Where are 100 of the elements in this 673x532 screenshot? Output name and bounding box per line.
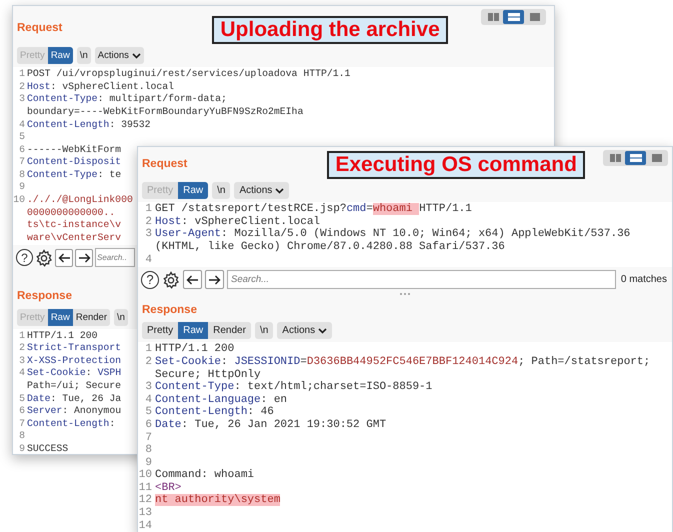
line-number: 4 (18, 367, 26, 380)
right-arrow-icon (78, 252, 90, 263)
section-title: Request (142, 157, 188, 172)
line-number: 12 (138, 494, 153, 508)
line-number: 4 (18, 118, 26, 132)
code-line: X-XSS-Protection (27, 354, 122, 368)
code-line: GET /statsreport/testRCE.jsp?cmd=whoami HTTP/1.1 (155, 203, 472, 216)
view-tab[interactable]: Raw (178, 322, 208, 340)
actions-dropdown[interactable]: Actions (277, 322, 332, 340)
back-button[interactable] (183, 270, 202, 290)
split-columns-icon (486, 12, 498, 22)
forward-button[interactable] (75, 248, 93, 267)
layout-toggle[interactable] (503, 10, 524, 24)
code-line: Content-Disposit (27, 156, 122, 169)
line-number: 9 (144, 456, 153, 470)
code-line: ts\tc-instance\v (27, 219, 122, 232)
caret-icon (275, 188, 284, 194)
code-line: Content-Language: en (155, 394, 288, 406)
caret-icon (132, 52, 141, 59)
settings-icon[interactable] (162, 270, 180, 289)
code-line: Content-Length: (27, 418, 116, 430)
split-columns-icon (608, 153, 620, 163)
left-arrow-icon (186, 274, 199, 285)
code-line: SUCCESS (27, 443, 68, 454)
forward-button[interactable] (205, 270, 224, 290)
line-number: 3 (144, 381, 153, 394)
line-number: 6 (18, 144, 26, 156)
line-number: 3 (144, 228, 153, 241)
search-field[interactable]: Search.. (95, 248, 135, 268)
line-number: 2 (18, 80, 26, 94)
line-number: 3 (18, 93, 26, 106)
line-number: 6 (144, 418, 153, 432)
line-number: 9 (18, 443, 26, 454)
line-number: 6 (18, 405, 26, 418)
code-line: Host: vSphereClient.local (155, 216, 320, 228)
code-line: HTTP/1.1 200 (27, 330, 98, 342)
line-number: 5 (18, 131, 26, 144)
settings-icon[interactable] (35, 248, 53, 267)
code-line: HTTP/1.1 200 (155, 343, 234, 356)
code-line: Date: Tue, 26 Ja (27, 392, 122, 406)
split-rows-icon (508, 12, 520, 22)
section-title: Response (142, 303, 197, 318)
newline-toggle[interactable]: \n (114, 308, 128, 326)
newline-toggle[interactable]: \n (254, 322, 274, 340)
code-line: Server: Anonymou (27, 405, 122, 418)
view-tab[interactable]: Raw (178, 182, 208, 200)
code-line: Host: vSphereClient.local (27, 80, 174, 94)
line-number: 8 (144, 444, 153, 457)
code-line: boundary=----WebKitFormBoundaryYuBFN9SzRo2mEIha (27, 106, 304, 119)
view-tab[interactable]: Raw (48, 47, 73, 64)
code-line: Date: Tue, 26 Jan 2021 19:30:52 GMT (155, 418, 386, 432)
line-number: 5 (18, 392, 26, 406)
code-line: Content-Type: multipart/form-data; (27, 93, 227, 106)
line-number: 8 (18, 430, 26, 444)
help-button[interactable]: ? (141, 270, 159, 289)
line-number: 4 (144, 254, 153, 266)
code-line: Strict-Transport (27, 342, 122, 355)
line-number: 13 (138, 507, 153, 520)
newline-toggle[interactable]: \n (76, 47, 91, 64)
actions-dropdown[interactable]: Actions (94, 47, 144, 64)
layout-toggle[interactable] (625, 151, 646, 165)
match-count: 0 matches (620, 273, 668, 288)
line-number: 7 (18, 418, 26, 430)
code-line: Path=/ui; Secure (27, 380, 122, 393)
line-number: 14 (138, 520, 153, 532)
line-number: 5 (144, 406, 153, 419)
code-line: User-Agent: Mozilla/5.0 (Windows NT 10.0; Win64; x64) AppleWebKit/537.36 (155, 228, 630, 241)
view-tab[interactable]: Raw (48, 308, 73, 326)
line-number: 9 (18, 181, 26, 194)
line-number: 7 (144, 432, 153, 444)
actions-dropdown[interactable]: Actions (234, 182, 290, 200)
line-number: 1 (18, 68, 26, 81)
back-button[interactable] (55, 248, 73, 267)
left-arrow-icon (58, 252, 70, 263)
line-number: 1 (144, 203, 153, 216)
code-line: Set-Cookie: JSESSIONID=D3636BB44952FC546E7BBF124014C924; Path=/statsreport; (155, 356, 650, 369)
code-line: (KHTML, like Gecko) Chrome/87.0.4280.88 Safari/537.36 (155, 240, 505, 254)
single-pane-icon (528, 12, 540, 22)
line-number: 4 (144, 394, 153, 406)
line-number: 3 (18, 354, 26, 368)
help-button[interactable]: ? (16, 249, 33, 266)
line-number: 2 (144, 356, 153, 369)
line-number: 10 (138, 469, 153, 482)
right-arrow-icon (208, 274, 221, 285)
line-number: 1 (18, 330, 26, 342)
code-line: POST /ui/vropspluginui/rest/services/uploadova HTTP/1.1 (27, 68, 350, 81)
section-title: Response (17, 289, 72, 304)
code-line: Set-Cookie: VSPH (27, 367, 122, 380)
single-pane-icon (650, 153, 662, 163)
annotation-label: Executing OS command (327, 151, 585, 180)
split-rows-icon (630, 153, 642, 163)
resize-grip-icon (399, 292, 411, 296)
code-line: ./././@LongLink000 (27, 194, 133, 207)
code-line: Content-Length: 39532 (27, 118, 150, 132)
line-number: 2 (144, 216, 153, 228)
code-line: 0000000000000.. (27, 206, 116, 220)
section-title: Request (17, 21, 62, 36)
newline-toggle[interactable]: \n (212, 182, 230, 200)
search-field[interactable]: Search... (227, 270, 616, 290)
code-line: Secure; HttpOnly (155, 368, 261, 381)
